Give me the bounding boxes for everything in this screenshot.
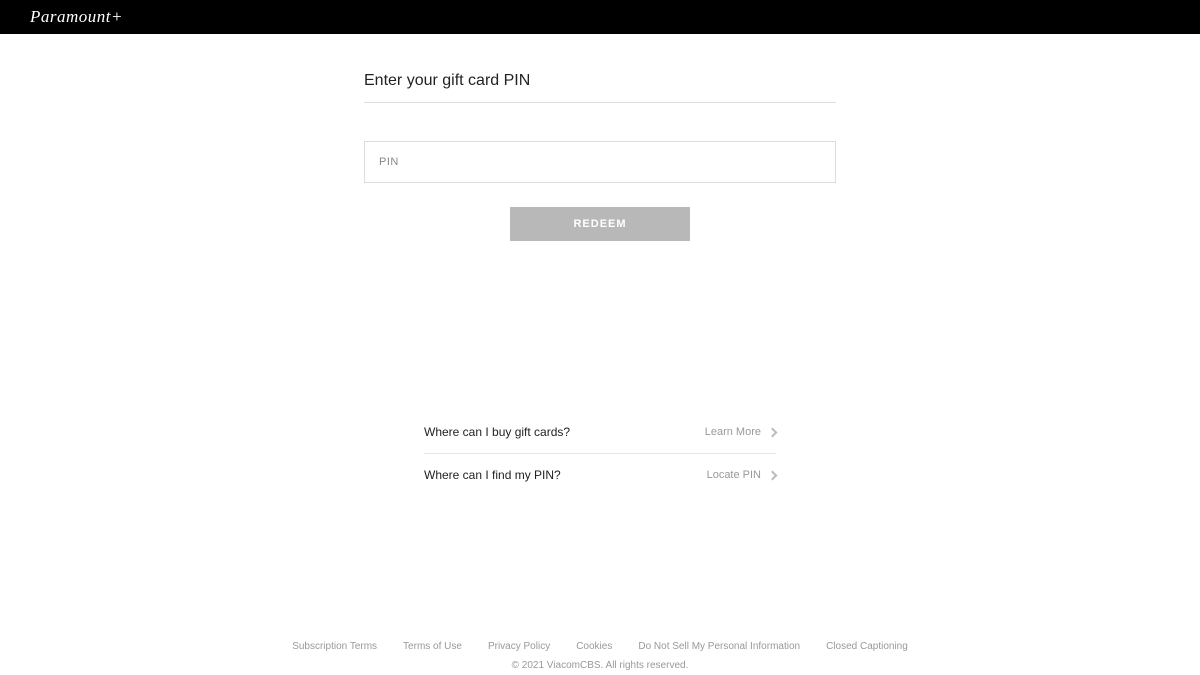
footer-links: Subscription Terms Terms of Use Privacy … [0, 641, 1200, 652]
main-content: Enter your gift card PIN REDEEM [364, 72, 836, 241]
help-action-label: Learn More [705, 426, 761, 438]
help-question: Where can I buy gift cards? [424, 425, 570, 439]
help-action-label: Locate PIN [707, 469, 761, 481]
footer: Subscription Terms Terms of Use Privacy … [0, 641, 1200, 675]
learn-more-link[interactable]: Learn More [705, 426, 776, 438]
footer-link-privacy-policy[interactable]: Privacy Policy [488, 641, 550, 652]
header: Paramount+ [0, 0, 1200, 34]
footer-link-do-not-sell[interactable]: Do Not Sell My Personal Information [638, 641, 800, 652]
footer-link-cookies[interactable]: Cookies [576, 641, 612, 652]
footer-link-subscription-terms[interactable]: Subscription Terms [292, 641, 377, 652]
help-section: Where can I buy gift cards? Learn More W… [424, 411, 776, 496]
redeem-button[interactable]: REDEEM [510, 207, 690, 241]
footer-link-closed-captioning[interactable]: Closed Captioning [826, 641, 908, 652]
footer-link-terms-of-use[interactable]: Terms of Use [403, 641, 462, 652]
copyright-text: © 2021 ViacomCBS. All rights reserved. [0, 660, 1200, 671]
locate-pin-link[interactable]: Locate PIN [707, 469, 776, 481]
brand-logo[interactable]: Paramount+ [30, 7, 123, 27]
page-title: Enter your gift card PIN [364, 72, 836, 103]
chevron-right-icon [768, 427, 778, 437]
pin-input[interactable] [364, 141, 836, 183]
help-row-buy-cards: Where can I buy gift cards? Learn More [424, 411, 776, 454]
help-row-find-pin: Where can I find my PIN? Locate PIN [424, 454, 776, 496]
chevron-right-icon [768, 470, 778, 480]
help-question: Where can I find my PIN? [424, 468, 561, 482]
